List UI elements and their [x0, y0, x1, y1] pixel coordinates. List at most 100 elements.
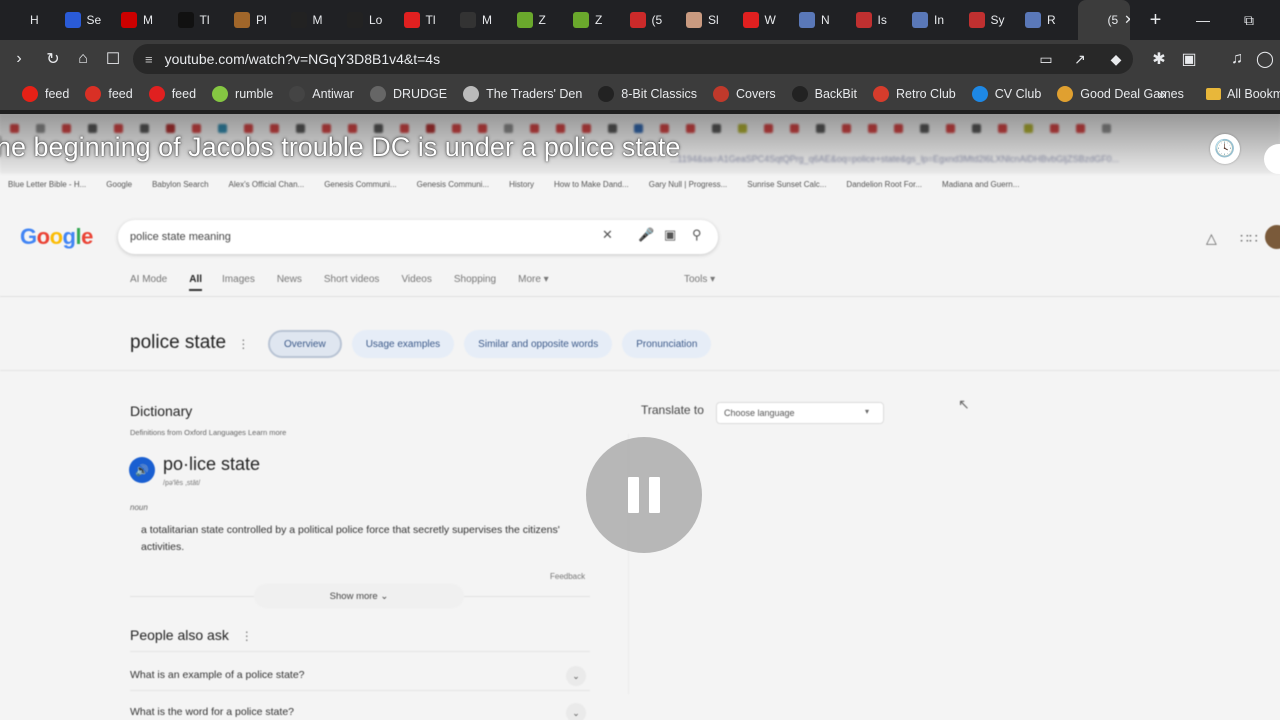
dark-circle-icon: [290, 12, 307, 28]
brave-shield-icon[interactable]: ◆: [1101, 44, 1131, 74]
browser-tab[interactable]: In: [904, 0, 961, 40]
browser-tab[interactable]: M: [113, 0, 170, 40]
bookmark-label: BackBit: [814, 87, 857, 101]
dropdown-arrow-icon: ▾: [864, 407, 869, 416]
media-controls-icon[interactable]: ♫: [1222, 44, 1252, 74]
part-of-speech: noun: [130, 503, 148, 512]
recorded-tab-icon: [1024, 124, 1033, 133]
all-bookmarks-button[interactable]: All Bookm: [1206, 78, 1280, 110]
bookmark-favicon-icon: [369, 86, 386, 102]
dictionary-word: po·lice state: [163, 454, 261, 474]
translate-label: Translate to: [641, 403, 704, 417]
browser-tab[interactable]: Tl: [396, 0, 453, 40]
video-title[interactable]: he beginning of Jacobs trouble DC is und…: [0, 132, 680, 163]
recorded-bookmark: How to Make Dand...: [554, 180, 629, 189]
tab-search-icon[interactable]: ▣: [1174, 44, 1204, 74]
divider: [130, 690, 590, 691]
close-tab-icon[interactable]: ✕: [1124, 12, 1129, 28]
watch-later-icon[interactable]: 🕓: [1210, 134, 1240, 164]
term-text: police state: [130, 332, 227, 353]
bookmark-item[interactable]: rumble: [212, 86, 273, 102]
bookmark-label: The Traders' Den: [486, 87, 583, 101]
bookmark-item[interactable]: Covers: [713, 86, 776, 102]
bookmark-label: rumble: [235, 87, 274, 101]
bookmark-item[interactable]: CV Club: [971, 86, 1042, 102]
forward-button[interactable]: ›: [4, 44, 34, 74]
paa-heading-text: People also ask: [130, 627, 229, 643]
bookmark-favicon-icon: [971, 86, 988, 102]
bookmarks-container: feed feed feed rumble Antiwar DRUDGE The Trade…: [22, 86, 1200, 102]
pause-icon: [649, 477, 660, 513]
tabs-container: H Se M Tl Pl M Lo Tl M Z Z (5 Sl W N Is In Sy R (5 ✕: [0, 0, 1130, 40]
recorded-bookmark: Genesis Communi...: [324, 180, 397, 189]
tab-label: Sy: [990, 13, 1005, 27]
recorded-tab-icon: [946, 124, 955, 133]
portrait-thumb-icon: [686, 12, 702, 28]
pause-indicator[interactable]: [586, 437, 702, 553]
recorded-bookmark: Blue Letter Bible - H...: [8, 180, 87, 189]
people-also-ask-heading: People also ask ⋮: [130, 627, 253, 643]
all-bookmarks-label: All Bookm: [1227, 87, 1280, 101]
recorded-bookmark: Babylon Search: [152, 180, 209, 189]
browser-tab[interactable]: R: [1017, 0, 1074, 40]
bookmark-item[interactable]: feed: [148, 86, 196, 102]
share-icon[interactable]: ↗: [1065, 44, 1095, 74]
browser-tab[interactable]: (5: [622, 0, 679, 40]
browser-tab[interactable]: Se: [57, 0, 114, 40]
bookmark-label: Antiwar: [312, 87, 354, 101]
browser-tab[interactable]: Z: [509, 0, 566, 40]
definition-text: a totalitarian state controlled by a pol…: [141, 524, 560, 553]
cast-icon[interactable]: ▭: [1031, 44, 1061, 74]
bookmark-label: 8-Bit Classics: [621, 87, 698, 101]
browser-tab[interactable]: Is: [848, 0, 905, 40]
bookmark-item[interactable]: feed: [22, 86, 69, 102]
bookmark-item[interactable]: Retro Club: [873, 86, 956, 102]
browser-tab[interactable]: Z: [565, 0, 622, 40]
recorded-tab-icon: [790, 124, 799, 133]
home-button[interactable]: ⌂: [68, 44, 98, 74]
bookmark-label: CV Club: [994, 87, 1042, 101]
recorded-tab-icon: [842, 124, 851, 133]
recorded-tab-icon: [1102, 124, 1111, 133]
generic-icon: [1085, 12, 1102, 28]
bookmarks-overflow-button[interactable]: »: [1158, 78, 1166, 110]
browser-tab[interactable]: N: [791, 0, 848, 40]
rt-logo-icon: [516, 12, 533, 28]
browser-tab[interactable]: Pl: [226, 0, 283, 40]
feedback-link: Feedback: [550, 572, 586, 581]
site-info-icon[interactable]: ≡: [145, 52, 153, 67]
tab-label: Tl: [425, 13, 436, 27]
bookmark-item[interactable]: 8-Bit Classics: [598, 86, 697, 102]
flag-icon-icon: [968, 12, 985, 28]
bookmark-item[interactable]: feed: [85, 86, 133, 102]
new-tab-button[interactable]: +: [1138, 9, 1174, 32]
browser-tab[interactable]: W: [735, 0, 792, 40]
browser-tab[interactable]: M: [283, 0, 340, 40]
browser-tab[interactable]: Tl: [170, 0, 227, 40]
bookmark-item[interactable]: BackBit: [791, 86, 857, 102]
browser-tab[interactable]: Sy: [961, 0, 1018, 40]
browser-tab[interactable]: H: [0, 0, 57, 40]
red-c-icon: [403, 12, 420, 28]
reload-button[interactable]: ↻: [38, 44, 68, 74]
recorded-tab-icon: [1050, 124, 1059, 133]
bookmark-item[interactable]: DRUDGE: [369, 86, 447, 102]
browser-tab[interactable]: (5 ✕: [1077, 0, 1130, 40]
browser-tab[interactable]: Lo: [339, 0, 396, 40]
recorded-bookmarks: Blue Letter Bible - H... Google Babylon Se…: [8, 180, 1039, 189]
bookmark-favicon-icon: [791, 86, 808, 102]
bookmark-item[interactable]: Antiwar: [289, 86, 354, 102]
vpn-shield-icon[interactable]: ◯: [1250, 44, 1280, 74]
minimize-button[interactable]: —: [1180, 0, 1226, 40]
browser-tab[interactable]: M: [452, 0, 509, 40]
extensions-icon[interactable]: ✱: [1144, 44, 1174, 74]
video-player[interactable]: ...1194&sa=A1GeaSPC4SqtQPrg_q6AE&oq=poli…: [0, 114, 1280, 720]
bookmark-page-icon[interactable]: ☐: [98, 44, 128, 74]
restore-button[interactable]: ⧉: [1226, 0, 1272, 40]
bookmark-item[interactable]: The Traders' Den: [463, 86, 582, 102]
address-bar[interactable]: ≡ youtube.com/watch?v=NGqY3D8B1v4&t=4s ▭…: [133, 44, 1133, 74]
recorded-bookmark: Madiana and Guern...: [942, 180, 1020, 189]
tab-strip: H Se M Tl Pl M Lo Tl M Z Z (5 Sl W N Is In Sy R (5 ✕ + — ⧉: [0, 0, 1280, 40]
google-logo: Google: [20, 224, 93, 249]
browser-tab[interactable]: Sl: [678, 0, 735, 40]
